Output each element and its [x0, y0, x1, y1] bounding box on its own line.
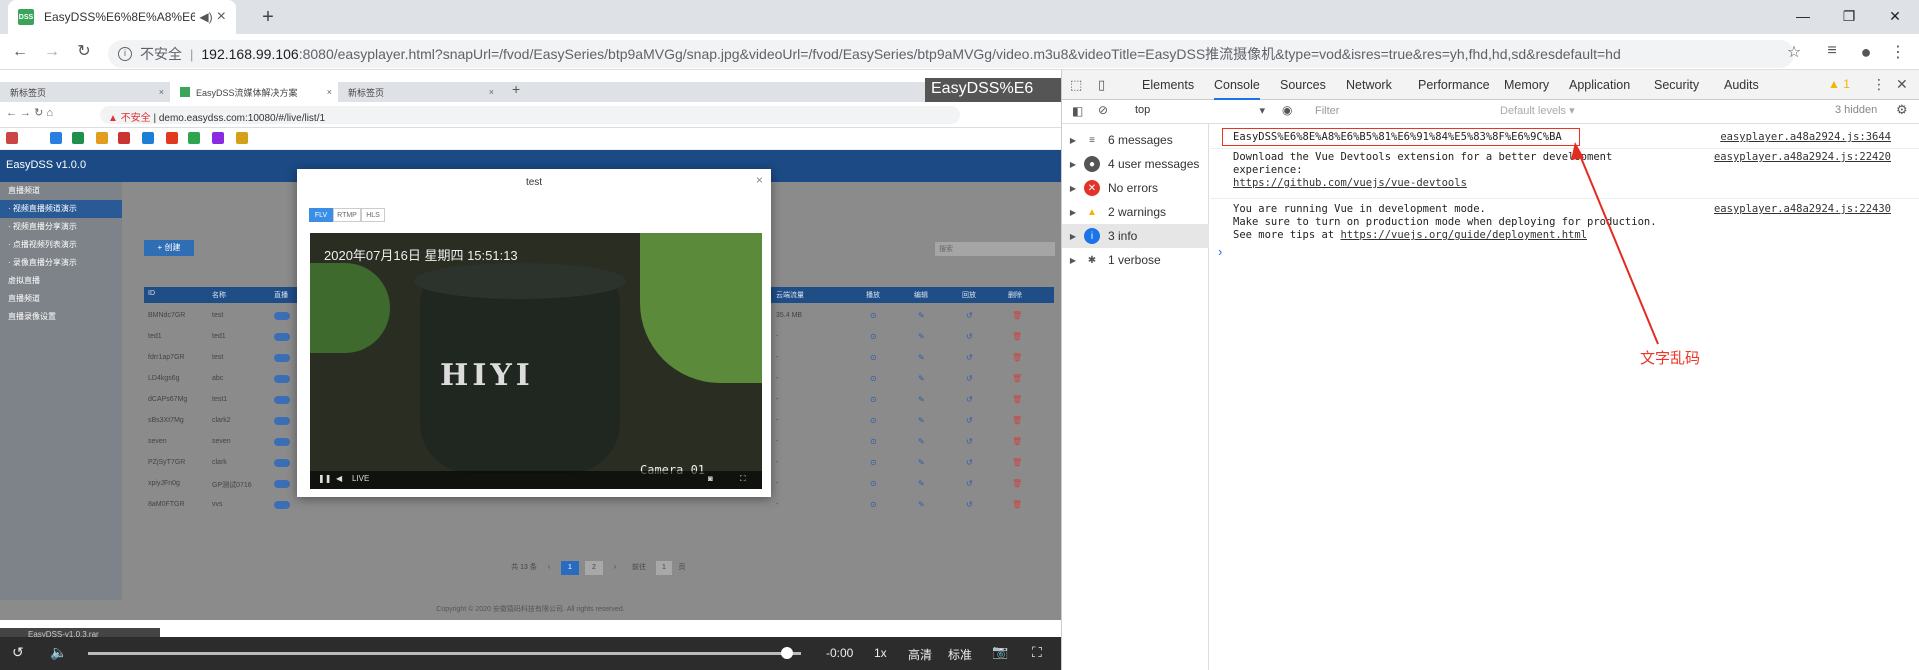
annotation-label: 文字乱码	[1640, 350, 1701, 367]
arrow-line	[1576, 147, 1659, 345]
arrow-head	[1571, 142, 1584, 160]
annotation-arrow	[1571, 142, 1659, 345]
